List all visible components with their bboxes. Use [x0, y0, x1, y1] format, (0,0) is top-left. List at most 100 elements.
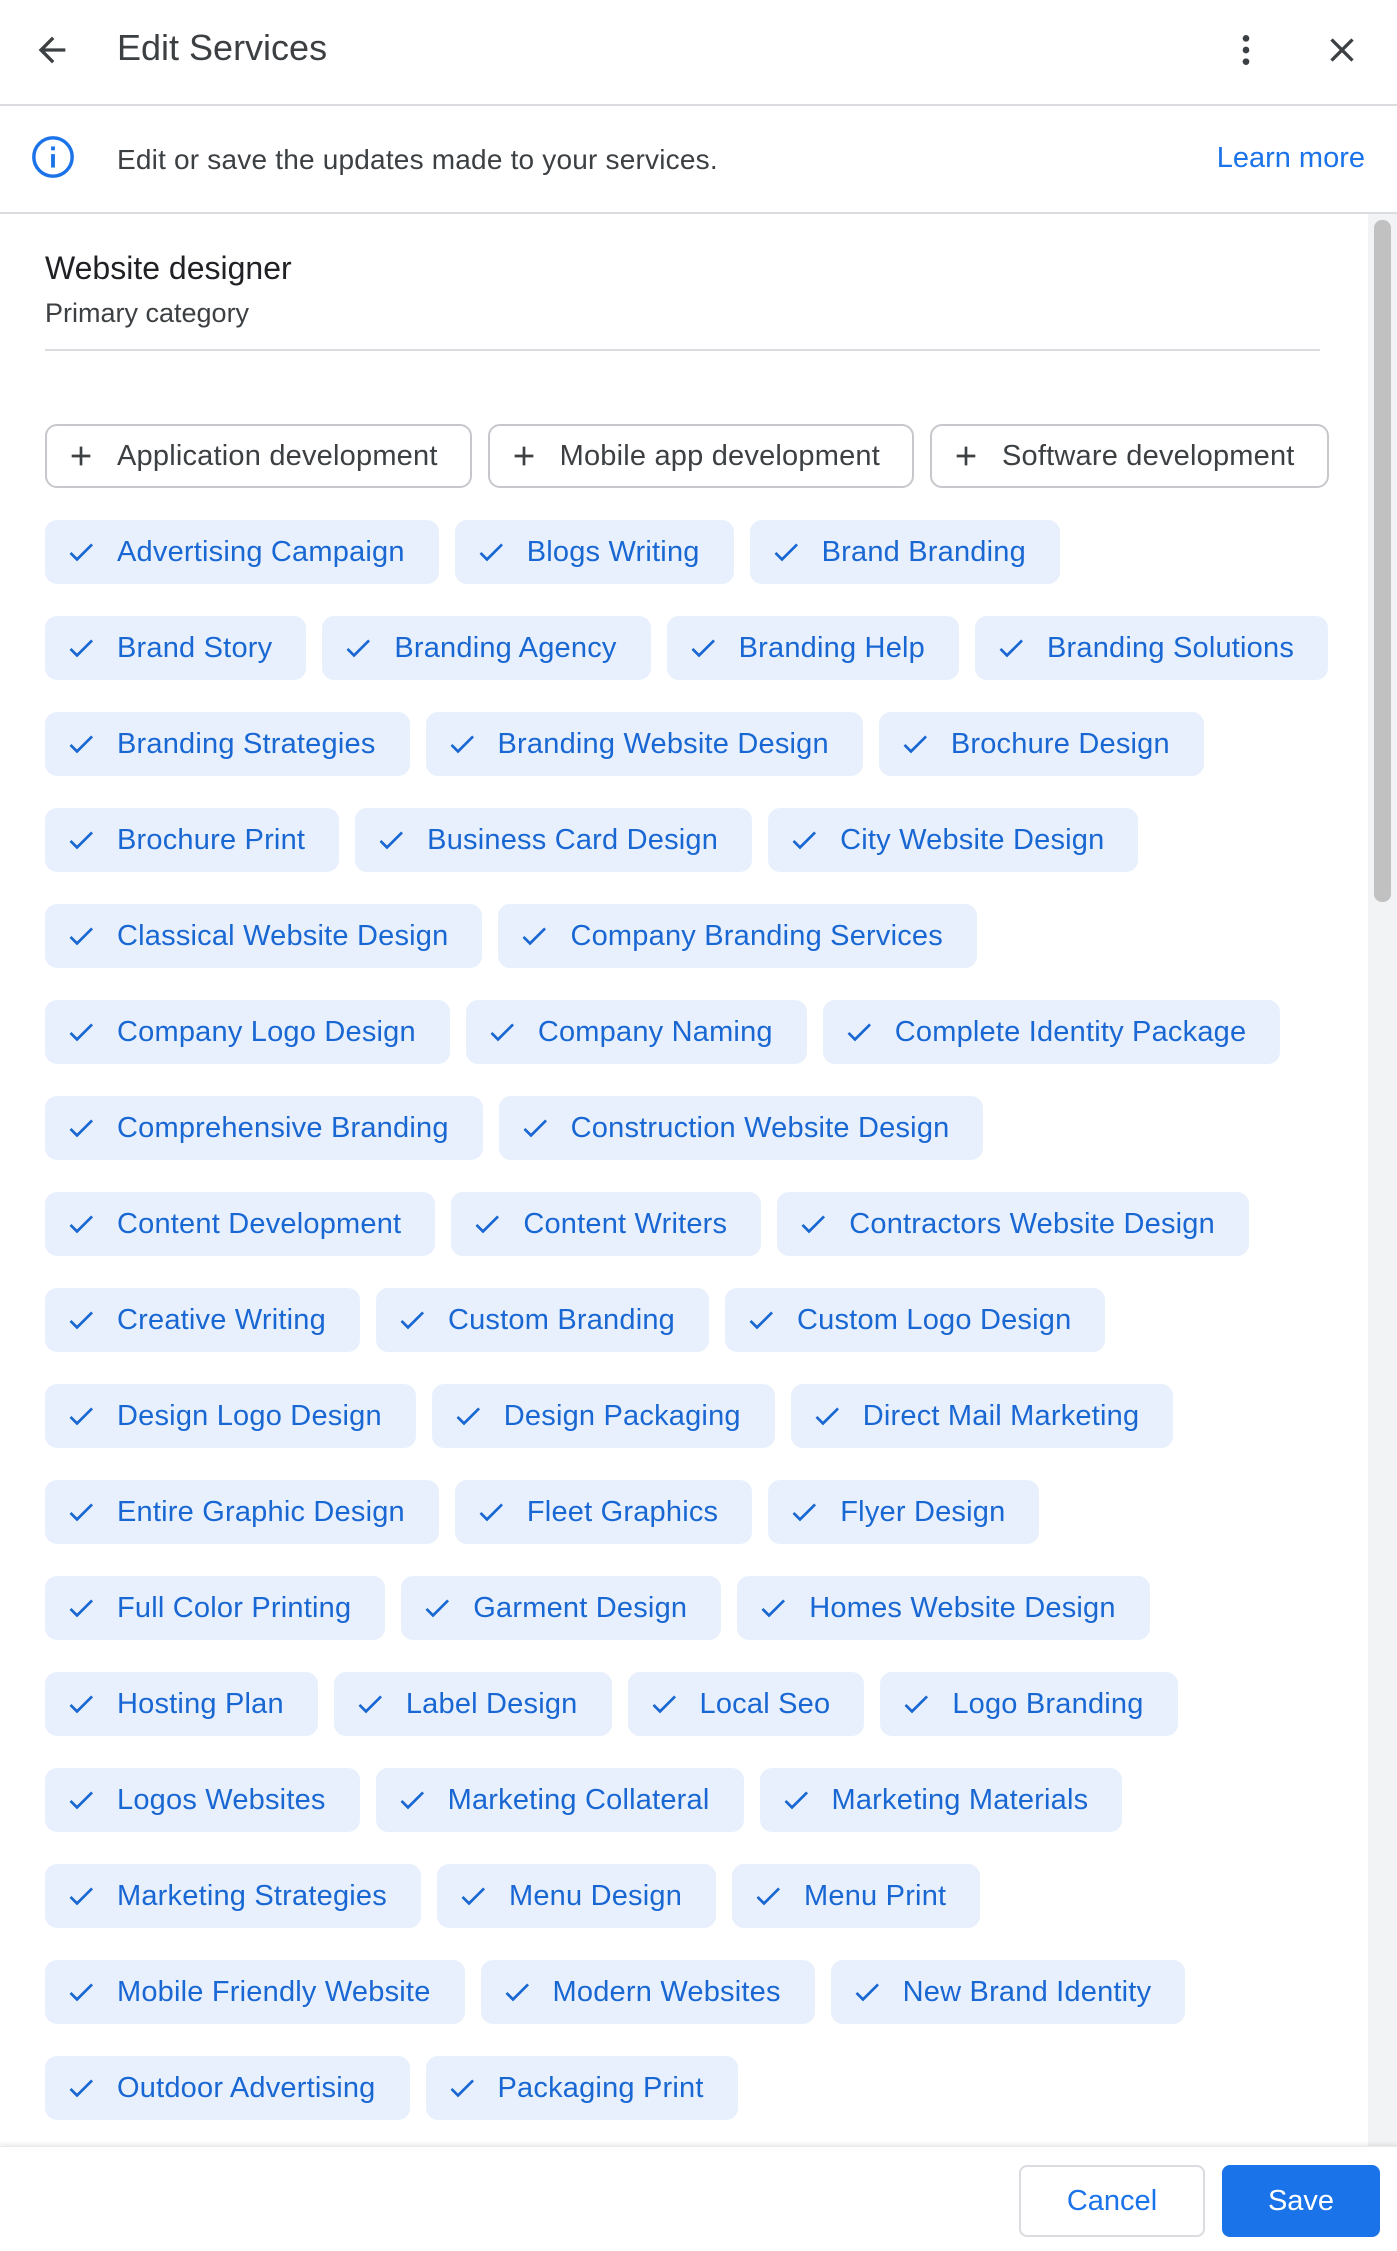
selected-service-chip[interactable]: Marketing Materials	[759, 1768, 1123, 1832]
add-service-chip[interactable]: Mobile app development	[487, 424, 914, 488]
selected-service-chip[interactable]: Comprehensive Branding	[45, 1096, 483, 1160]
divider	[45, 349, 1320, 351]
selected-service-chip[interactable]: Flyer Design	[768, 1480, 1040, 1544]
selected-service-chip[interactable]: Label Design	[333, 1672, 612, 1736]
selected-service-chip[interactable]: Design Packaging	[431, 1384, 775, 1448]
check-icon	[446, 728, 478, 760]
selected-service-chip[interactable]: Menu Design	[436, 1864, 717, 1928]
selected-service-chip[interactable]: Homes Website Design	[737, 1576, 1150, 1640]
service-chip-label: Custom Branding	[447, 1303, 676, 1336]
selected-service-chip[interactable]: Content Development	[45, 1192, 436, 1256]
service-chip-label: Garment Design	[473, 1591, 688, 1624]
selected-service-chip[interactable]: Outdoor Advertising	[45, 2056, 410, 2120]
check-icon	[65, 1304, 97, 1336]
info-banner: Edit or save the updates made to your se…	[0, 106, 1397, 214]
selected-service-chip[interactable]: Advertising Campaign	[45, 520, 439, 584]
check-icon	[486, 1016, 518, 1048]
selected-service-chip[interactable]: Fleet Graphics	[454, 1480, 753, 1544]
save-button[interactable]: Save	[1222, 2165, 1380, 2237]
plus-icon	[508, 440, 540, 472]
selected-service-chip[interactable]: Brochure Print	[45, 808, 340, 872]
selected-service-chip[interactable]: Classical Website Design	[45, 904, 483, 968]
selected-service-chip[interactable]: Branding Website Design	[425, 712, 863, 776]
selected-service-chip[interactable]: Brand Story	[45, 616, 307, 680]
back-button[interactable]	[20, 18, 84, 82]
service-chip-label: New Brand Identity	[902, 1975, 1152, 2008]
scrollbar-thumb[interactable]	[1374, 220, 1391, 902]
check-icon	[843, 1016, 875, 1048]
add-service-chip[interactable]: Software development	[929, 424, 1329, 488]
selected-service-chip[interactable]: Logos Websites	[45, 1768, 360, 1832]
service-chip-label: Contractors Website Design	[849, 1207, 1215, 1240]
check-icon	[65, 1784, 97, 1816]
selected-service-chip[interactable]: Local Seo	[627, 1672, 865, 1736]
learn-more-link[interactable]: Learn more	[1217, 142, 1365, 175]
selected-service-chip[interactable]: Contractors Website Design	[777, 1192, 1249, 1256]
selected-service-chip[interactable]: Branding Strategies	[45, 712, 410, 776]
selected-service-chip[interactable]: Complete Identity Package	[822, 1000, 1281, 1064]
service-chip-label: Outdoor Advertising	[117, 2071, 376, 2104]
selected-service-chip[interactable]: Logo Branding	[880, 1672, 1178, 1736]
service-chip-label: Label Design	[405, 1687, 578, 1720]
service-chip-label: Logo Branding	[952, 1687, 1144, 1720]
selected-service-chip[interactable]: Content Writers	[451, 1192, 762, 1256]
service-chip-label: Mobile Friendly Website	[117, 1975, 431, 2008]
services-content[interactable]: Website designer Primary category Applic…	[0, 214, 1368, 2146]
selected-service-chip[interactable]: Brand Branding	[749, 520, 1060, 584]
selected-service-chip[interactable]: Company Branding Services	[498, 904, 977, 968]
selected-service-chip[interactable]: Direct Mail Marketing	[790, 1384, 1174, 1448]
more-options-button[interactable]	[1214, 18, 1278, 82]
selected-service-chip[interactable]: Modern Websites	[480, 1960, 815, 2024]
check-icon	[65, 1016, 97, 1048]
close-button[interactable]	[1310, 18, 1374, 82]
category-subtitle: Primary category	[45, 298, 250, 328]
selected-service-chip[interactable]: Branding Solutions	[975, 616, 1329, 680]
service-chip-label: Marketing Materials	[831, 1783, 1089, 1816]
selected-service-chip[interactable]: Construction Website Design	[498, 1096, 984, 1160]
check-icon	[811, 1400, 843, 1432]
selected-service-chip[interactable]: Blogs Writing	[454, 520, 734, 584]
selected-service-chip[interactable]: Design Logo Design	[45, 1384, 416, 1448]
selected-service-chip[interactable]: Company Logo Design	[45, 1000, 450, 1064]
selected-service-chip[interactable]: Brochure Design	[878, 712, 1204, 776]
selected-service-chip[interactable]: Custom Branding	[375, 1288, 710, 1352]
selected-service-chip[interactable]: Marketing Strategies	[45, 1864, 421, 1928]
check-icon	[745, 1304, 777, 1336]
check-icon	[518, 920, 550, 952]
selected-service-chip[interactable]: Marketing Collateral	[375, 1768, 744, 1832]
check-icon	[519, 1112, 551, 1144]
check-icon	[752, 1880, 784, 1912]
selected-service-chip[interactable]: Menu Print	[732, 1864, 981, 1928]
add-service-chip[interactable]: Application development	[45, 424, 472, 488]
cancel-button[interactable]: Cancel	[1019, 2165, 1205, 2237]
selected-service-chip[interactable]: Mobile Friendly Website	[45, 1960, 465, 2024]
service-chip-label: Entire Graphic Design	[117, 1495, 405, 1528]
more-vert-icon	[1242, 35, 1250, 65]
service-chip-label: Blogs Writing	[526, 535, 700, 568]
selected-service-chip[interactable]: Branding Agency	[322, 616, 651, 680]
service-chip-label: Design Logo Design	[117, 1399, 382, 1432]
service-chip-label: Logos Websites	[117, 1783, 326, 1816]
service-chip-label: Marketing Strategies	[117, 1879, 387, 1912]
check-icon	[788, 1496, 820, 1528]
selected-service-chip[interactable]: Business Card Design	[355, 808, 753, 872]
selected-service-chip[interactable]: Garment Design	[401, 1576, 722, 1640]
check-icon	[757, 1592, 789, 1624]
service-chip-label: Business Card Design	[427, 823, 719, 856]
selected-service-chip[interactable]: City Website Design	[768, 808, 1139, 872]
check-icon	[65, 1976, 97, 2008]
selected-service-chip[interactable]: Company Naming	[465, 1000, 807, 1064]
selected-service-chip[interactable]: Custom Logo Design	[725, 1288, 1106, 1352]
service-chip-label: Direct Mail Marketing	[862, 1399, 1140, 1432]
selected-service-chip[interactable]: Full Color Printing	[45, 1576, 386, 1640]
selected-service-chip[interactable]: Hosting Plan	[45, 1672, 318, 1736]
selected-service-chip[interactable]: Entire Graphic Design	[45, 1480, 439, 1544]
service-chip-label: Full Color Printing	[117, 1591, 352, 1624]
selected-service-chip[interactable]: Branding Help	[666, 616, 959, 680]
plus-icon	[950, 440, 982, 472]
service-chip-label: Branding Strategies	[117, 727, 376, 760]
selected-service-chip[interactable]: Creative Writing	[45, 1288, 360, 1352]
selected-service-chip[interactable]: New Brand Identity	[830, 1960, 1186, 2024]
service-chip-label: Complete Identity Package	[894, 1015, 1247, 1048]
selected-service-chip[interactable]: Packaging Print	[425, 2056, 738, 2120]
